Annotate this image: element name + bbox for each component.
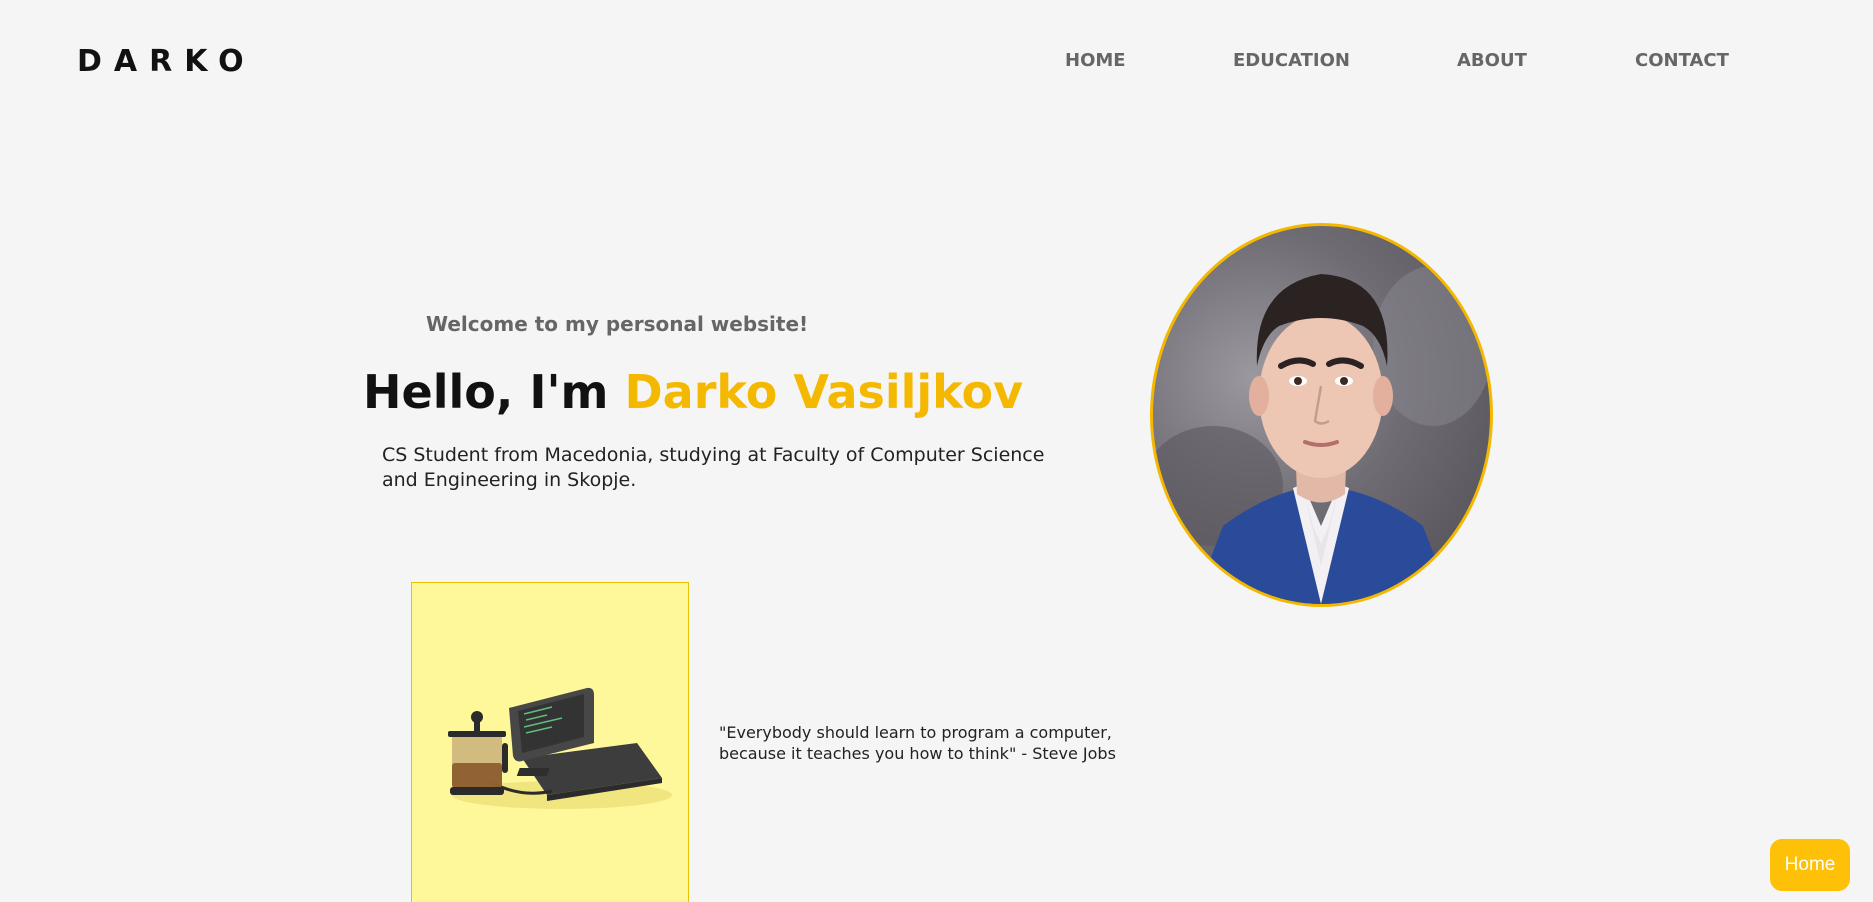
nav-about[interactable]: ABOUT (1457, 48, 1527, 74)
hero-name: Darko Vasiljkov (624, 365, 1024, 419)
page: DARKO HOME EDUCATION ABOUT CONTACT Welco… (0, 0, 1873, 902)
home-button[interactable]: Home (1770, 839, 1850, 891)
illustration-card (411, 582, 689, 902)
quote-text: "Everybody should learn to program a com… (719, 723, 1116, 763)
profile-photo (1150, 223, 1493, 607)
hero-heading: Hello, I'm Darko Vasiljkov (363, 362, 1023, 422)
welcome-text: Welcome to my personal website! (426, 312, 809, 336)
profile-photo-icon (1153, 266, 1490, 604)
hero-intro: CS Student from Macedonia, studying at F… (382, 444, 1045, 491)
nav-contact[interactable]: CONTACT (1635, 48, 1729, 74)
nav-education[interactable]: EDUCATION (1233, 48, 1350, 74)
nav-home[interactable]: HOME (1065, 48, 1126, 74)
hero-greeting: Hello, I'm (363, 365, 625, 419)
main-nav: HOME EDUCATION ABOUT CONTACT (0, 48, 1873, 74)
laptop-and-coffee-press-icon (448, 687, 672, 809)
